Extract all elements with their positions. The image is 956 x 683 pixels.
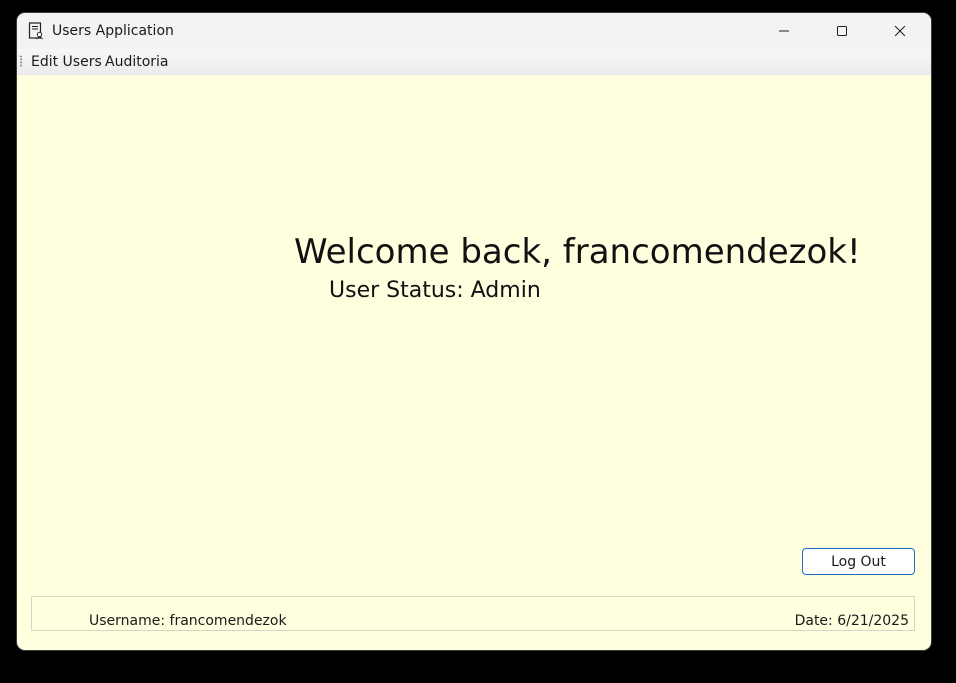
window-title: Users Application: [52, 23, 174, 39]
status-date: Date: 6/21/2025: [794, 613, 909, 629]
title-bar[interactable]: Users Application: [17, 13, 931, 49]
logout-button[interactable]: Log Out: [802, 548, 915, 575]
close-button[interactable]: [871, 13, 929, 49]
menu-item-auditoria[interactable]: Auditoria: [105, 54, 169, 70]
status-username: Username: francomendezok: [89, 613, 287, 629]
menu-bar: Edit Users Auditoria: [17, 49, 931, 75]
menu-item-edit-users[interactable]: Edit Users: [31, 54, 102, 70]
user-status-label: User Status: Admin: [329, 278, 541, 303]
minimize-icon: [778, 22, 790, 41]
maximize-button[interactable]: [813, 13, 871, 49]
maximize-icon: [836, 22, 848, 41]
minimize-button[interactable]: [755, 13, 813, 49]
app-document-icon: [28, 22, 44, 40]
welcome-heading: Welcome back, francomendezok!: [294, 232, 861, 272]
status-bar: Username: francomendezok Date: 6/21/2025: [31, 596, 915, 631]
menu-grip-handle[interactable]: [20, 55, 22, 67]
app-window: Users Application Edit Users Auditoria W…: [17, 13, 931, 650]
close-icon: [894, 22, 906, 41]
